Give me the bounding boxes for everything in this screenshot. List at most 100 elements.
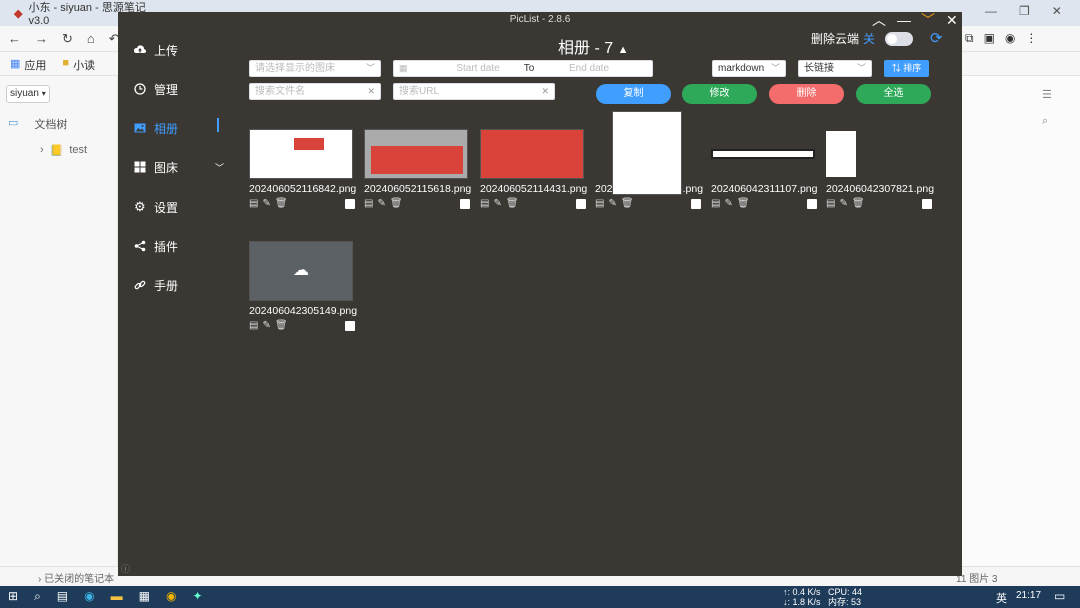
caret-up-icon[interactable]: ▲	[618, 44, 629, 56]
edge-icon[interactable]: ◉	[84, 589, 94, 604]
menu-manual[interactable]: 手册	[134, 275, 224, 295]
closed-notebooks[interactable]: › 已关闭的笔记本	[38, 570, 114, 585]
document-icon[interactable]: ▤	[826, 198, 835, 209]
clock[interactable]: 21:17	[1016, 590, 1041, 601]
edit-icon[interactable]: ✎	[839, 198, 847, 209]
ime-indicator[interactable]: 英	[996, 590, 1007, 606]
image-card[interactable]: 202406052056256.png ▤✎🗑	[595, 111, 703, 209]
trash-icon[interactable]: 🗑	[621, 198, 634, 209]
reader-bookmark[interactable]: ■ 小读	[62, 57, 95, 73]
trash-icon[interactable]: 🗑	[737, 198, 750, 209]
close-icon[interactable]: ✕	[1052, 4, 1062, 18]
image-card[interactable]: 202406042307821.png ▤ ✎ 🗑	[826, 129, 934, 209]
notification-icon[interactable]: ▭	[1054, 589, 1065, 603]
select-checkbox[interactable]	[576, 198, 586, 209]
grid-icon	[134, 161, 146, 173]
image-thumbnail[interactable]	[612, 111, 682, 195]
menu-plugins[interactable]: 插件	[134, 236, 224, 256]
date-range-picker[interactable]: ▦ Start date To End date	[393, 60, 653, 77]
image-card[interactable]: ☁ 202406042305149.png ▤ ✎ 🗑	[249, 241, 357, 331]
home-icon[interactable]: ⌂	[87, 31, 95, 47]
select-checkbox[interactable]	[345, 320, 355, 331]
select-checkbox[interactable]	[691, 198, 701, 209]
menu-manage[interactable]: 管理	[134, 79, 224, 99]
edit-icon[interactable]: ✎	[262, 320, 270, 331]
menu-settings[interactable]: ⚙ 设置	[134, 197, 224, 217]
image-thumbnail[interactable]: ☁	[249, 241, 353, 301]
document-icon[interactable]: ▤	[480, 198, 489, 209]
edit-icon[interactable]: ✎	[493, 198, 501, 209]
file-explorer-icon[interactable]: ▬	[111, 589, 123, 604]
more-icon[interactable]: ⋮	[1025, 31, 1037, 46]
image-thumbnail[interactable]	[480, 129, 584, 179]
refresh-icon[interactable]: ⟳	[930, 29, 943, 47]
edit-icon[interactable]: ✎	[377, 198, 385, 209]
info-icon[interactable]: ⓘ	[121, 562, 130, 575]
delete-button[interactable]: 删除	[769, 84, 844, 104]
apps-bookmark[interactable]: ▦ 应用	[10, 57, 46, 73]
maximize-icon[interactable]: ❐	[1019, 4, 1030, 18]
image-card[interactable]: 202406042311107.png ▤ ✎ 🗑	[711, 129, 817, 209]
image-card[interactable]: 202406052114431.png ▤ ✎ 🗑	[480, 129, 587, 209]
picgo-icon[interactable]: ✦	[192, 589, 202, 604]
sidebar-icon[interactable]: ▣	[984, 31, 995, 46]
edit-icon[interactable]: ✎	[724, 198, 732, 209]
trash-icon[interactable]: 🗑	[852, 198, 865, 209]
workspace-select[interactable]: siyuan ▾	[6, 85, 50, 103]
trash-icon[interactable]: 🗑	[275, 320, 288, 331]
mini-window-icon[interactable]: ﹀	[921, 12, 935, 28]
select-all-button[interactable]: 全选	[856, 84, 931, 104]
edit-icon[interactable]: ✎	[608, 198, 616, 209]
crop-icon[interactable]: ⧉	[965, 31, 974, 46]
image-thumbnail[interactable]	[826, 129, 930, 179]
select-checkbox[interactable]	[460, 198, 470, 209]
doc-tree-item[interactable]: › 📒 test	[40, 144, 87, 157]
image-thumbnail[interactable]	[364, 129, 468, 179]
delete-cloud-switch[interactable]	[885, 31, 914, 46]
search-icon[interactable]: ⌕	[1042, 115, 1052, 128]
picbed-select[interactable]: 请选择显示的图床 ﹀	[249, 60, 381, 77]
profile-icon[interactable]: ◉	[1005, 31, 1015, 46]
select-checkbox[interactable]	[807, 198, 817, 209]
document-icon[interactable]: ▤	[249, 198, 258, 209]
copy-button[interactable]: 复制	[596, 84, 671, 104]
sort-button[interactable]: ⇅ 排序	[884, 60, 929, 77]
store-icon[interactable]: ▦	[139, 589, 150, 604]
image-card[interactable]: 202406052116842.png ▤ ✎ 🗑	[249, 129, 356, 209]
filename-search-input[interactable]: 搜索文件名 ✕	[249, 83, 381, 100]
trash-icon[interactable]: 🗑	[506, 198, 519, 209]
document-icon[interactable]: ▤	[364, 198, 373, 209]
url-search-input[interactable]: 搜索URL ✕	[393, 83, 555, 100]
image-card[interactable]: 202406052115618.png ▤ ✎ 🗑	[364, 129, 471, 209]
minimize-icon[interactable]: —	[985, 4, 997, 18]
image-thumbnail[interactable]	[249, 129, 353, 179]
document-icon[interactable]: ▤	[595, 198, 604, 209]
link-type-select[interactable]: 长链接 ﹀	[798, 60, 872, 77]
trash-icon[interactable]: 🗑	[275, 198, 288, 209]
clear-icon[interactable]: ✕	[541, 84, 549, 99]
clear-icon[interactable]: ✕	[367, 84, 375, 99]
edit-button[interactable]: 修改	[682, 84, 757, 104]
document-icon[interactable]: ▤	[711, 198, 720, 209]
menu-gallery[interactable]: 相册	[134, 118, 224, 138]
outline-icon[interactable]: ☰	[1042, 88, 1052, 101]
format-select[interactable]: markdown ﹀	[712, 60, 786, 77]
task-view-icon[interactable]: ▤	[57, 589, 68, 604]
minimize-icon[interactable]: —	[897, 12, 911, 28]
document-icon[interactable]: ▤	[249, 320, 258, 331]
select-checkbox[interactable]	[345, 198, 355, 209]
menu-upload[interactable]: 上传	[134, 40, 224, 60]
windows-start-icon[interactable]: ⊞	[8, 589, 18, 604]
image-thumbnail[interactable]	[711, 129, 815, 179]
chrome-icon[interactable]: ◉	[166, 589, 176, 604]
edit-icon[interactable]: ✎	[262, 198, 270, 209]
close-icon[interactable]: ✕	[946, 12, 958, 28]
reload-icon[interactable]: ↻	[62, 31, 73, 47]
collapse-up-icon[interactable]: ︿	[872, 12, 886, 28]
select-checkbox[interactable]	[922, 198, 932, 209]
forward-icon[interactable]: →	[35, 31, 48, 47]
back-icon[interactable]: ←	[8, 31, 21, 47]
menu-picbed[interactable]: 图床 ﹀	[134, 157, 224, 177]
trash-icon[interactable]: 🗑	[390, 198, 403, 209]
search-icon[interactable]: ⌕	[34, 589, 41, 604]
